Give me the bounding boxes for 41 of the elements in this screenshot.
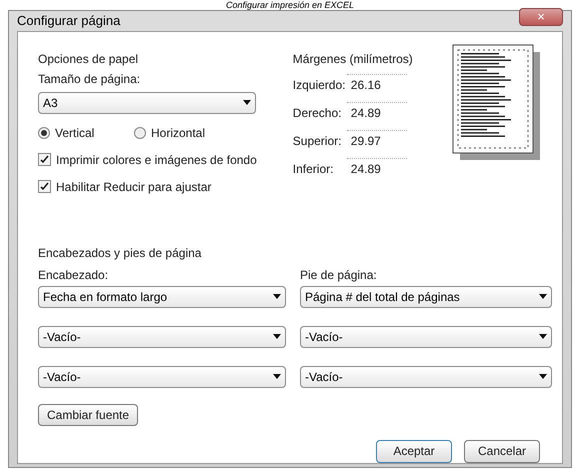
margin-field[interactable]: 29.97 [346,130,407,152]
radio-option[interactable]: Horizontal [134,124,230,142]
checkbox[interactable] [38,153,51,166]
caret-icon [273,294,281,299]
caret-icon [539,294,547,299]
checkbox-option[interactable]: Habilitar Reducir para ajustar [38,178,273,196]
dropdown[interactable]: Página # del total de páginas [300,286,552,308]
dropdown[interactable]: -Vacío- [38,366,286,388]
checkbox[interactable] [38,180,51,193]
radio-button[interactable] [38,126,50,138]
section-title: Opciones de papel [38,50,140,68]
change-font-button[interactable]: Cambiar fuente [38,404,138,426]
field-label: Pie de página: [300,266,378,284]
checkbox-option[interactable]: Imprimir colores e imágenes de fondo [38,150,273,168]
dropdown[interactable]: A3 [38,92,256,114]
window-title: Configurar página [17,12,120,30]
caret-icon [539,374,547,379]
section-title: Márgenes (milímetros) [292,50,414,68]
section-title: Encabezados y pies de página [38,244,202,262]
field-label: Encabezado: [38,266,110,284]
caret-icon [273,374,281,379]
caret-icon [539,334,547,339]
dialog-button[interactable]: Cancelar [464,440,540,462]
field-label: Superior: [292,132,342,150]
caret-icon [273,334,281,339]
margin-field[interactable]: 24.89 [346,102,407,124]
field-label: Inferior: [292,160,334,178]
dropdown[interactable]: -Vacío- [38,326,286,348]
radio-option[interactable]: Vertical [38,124,134,142]
field-label: Tamaño de página: [38,70,142,88]
dropdown[interactable]: -Vacío- [300,326,552,348]
margin-field[interactable]: 24.89 [346,158,407,180]
field-label: Derecho: [292,104,342,122]
radio-button[interactable] [134,126,146,138]
dropdown[interactable]: -Vacío- [300,366,552,388]
caption: Configurar impresión en EXCEL [226,0,354,10]
caret-icon [243,100,251,105]
dialog-button[interactable]: Aceptar [376,440,452,462]
dropdown[interactable]: Fecha en formato largo [38,286,286,308]
field-label: Izquierdo: [292,76,346,94]
margin-field[interactable]: 26.16 [346,74,407,96]
